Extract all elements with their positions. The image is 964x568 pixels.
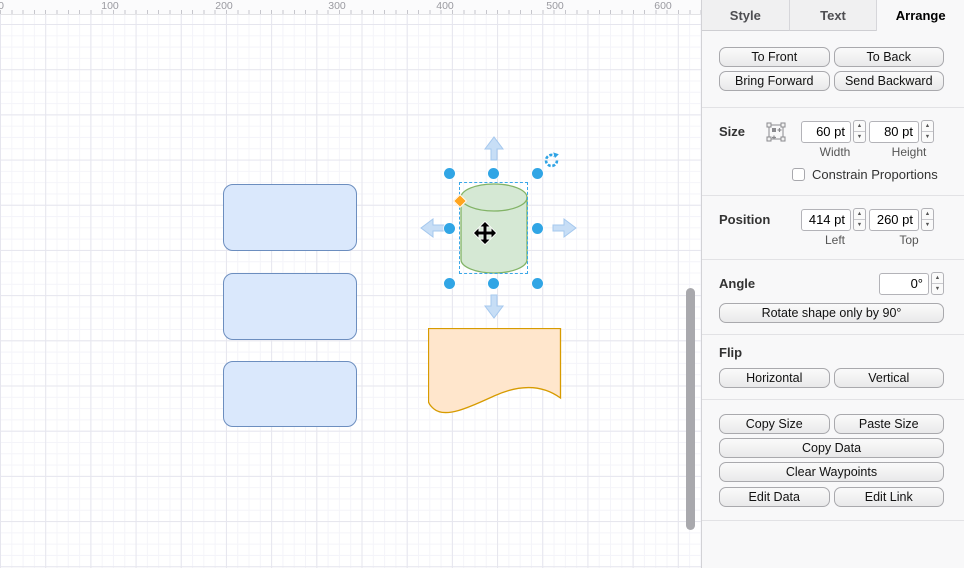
stepper-down-icon[interactable]: ▼ [854, 220, 865, 230]
stepper-down-icon[interactable]: ▼ [922, 220, 933, 230]
tab-style[interactable]: Style [702, 0, 789, 31]
arrow-down-icon[interactable] [484, 293, 504, 319]
ruler-label: 100 [101, 0, 119, 12]
height-sublabel: Height [891, 145, 927, 159]
rotate-handle-icon[interactable] [543, 152, 560, 169]
edit-link-button[interactable]: Edit Link [833, 487, 944, 507]
ruler-label: 400 [436, 0, 454, 12]
ruler-label: 200 [215, 0, 233, 12]
stepper-up-icon[interactable]: ▲ [922, 209, 933, 220]
stepper-up-icon[interactable]: ▲ [922, 121, 933, 132]
canvas[interactable] [0, 15, 701, 568]
stepper-down-icon[interactable]: ▼ [854, 132, 865, 142]
shape-document[interactable] [428, 328, 562, 414]
copy-size-button[interactable]: Copy Size [719, 414, 830, 434]
to-front-button[interactable]: To Front [719, 47, 830, 67]
resize-handle-ne[interactable] [532, 168, 543, 179]
position-section: Position ▲ ▼ ▲ ▼ [702, 196, 964, 260]
angle-label: Angle [719, 276, 756, 291]
format-tabbar: Style Text Arrange [702, 0, 964, 31]
to-back-button[interactable]: To Back [833, 47, 944, 67]
canvas-area: 0 100 200 300 400 500 600 [0, 0, 701, 568]
tab-text[interactable]: Text [788, 0, 877, 31]
constrain-proportions-checkbox[interactable] [792, 168, 805, 181]
flip-section: Flip Horizontal Vertical [702, 335, 964, 400]
size-section: Size ▲ [702, 108, 964, 196]
shape-rounded-rect-3[interactable] [223, 361, 357, 427]
bring-forward-button[interactable]: Bring Forward [719, 71, 830, 91]
top-stepper[interactable]: ▲ ▼ [921, 208, 934, 231]
resize-handle-e[interactable] [532, 223, 543, 234]
stepper-up-icon[interactable]: ▲ [854, 209, 865, 220]
angle-field-group: ▲ ▼ [879, 272, 944, 295]
shape-rounded-rect-2[interactable] [223, 273, 357, 340]
ruler-label: 500 [546, 0, 564, 12]
arrow-right-icon[interactable] [551, 218, 577, 238]
resize-handle-sw[interactable] [444, 278, 455, 289]
copy-data-button[interactable]: Copy Data [719, 438, 944, 458]
ruler-label: 600 [654, 0, 672, 12]
stepper-up-icon[interactable]: ▲ [854, 121, 865, 132]
autosize-icon[interactable] [766, 122, 786, 142]
width-stepper[interactable]: ▲ ▼ [853, 120, 866, 143]
stepper-down-icon[interactable]: ▼ [922, 132, 933, 142]
resize-handle-w[interactable] [444, 223, 455, 234]
edit-data-button[interactable]: Edit Data [719, 487, 830, 507]
size-label: Size [719, 124, 746, 139]
flip-vertical-button[interactable]: Vertical [833, 368, 944, 388]
tab-arrange[interactable]: Arrange [876, 0, 964, 31]
position-top-input[interactable] [869, 208, 919, 231]
arrow-left-icon[interactable] [420, 218, 446, 238]
resize-handle-n[interactable] [488, 168, 499, 179]
height-field-group: ▲ ▼ [869, 120, 934, 143]
horizontal-ruler: 0 100 200 300 400 500 600 [0, 0, 701, 15]
flip-horizontal-button[interactable]: Horizontal [719, 368, 830, 388]
send-backward-button[interactable]: Send Backward [833, 71, 944, 91]
drawio-editor: 0 100 200 300 400 500 600 Style Text Arr… [0, 0, 964, 568]
vertical-scrollbar-thumb[interactable] [686, 288, 695, 530]
stepper-down-icon[interactable]: ▼ [932, 284, 943, 294]
left-field-group: ▲ ▼ [801, 208, 866, 231]
position-left-input[interactable] [801, 208, 851, 231]
resize-handle-se[interactable] [532, 278, 543, 289]
angle-section: Angle ▲ ▼ Rotate shape only by 90° [702, 260, 964, 335]
position-label: Position [719, 212, 771, 227]
ruler-label: 0 [0, 0, 4, 12]
height-stepper[interactable]: ▲ ▼ [921, 120, 934, 143]
left-stepper[interactable]: ▲ ▼ [853, 208, 866, 231]
resize-handle-s[interactable] [488, 278, 499, 289]
stepper-up-icon[interactable]: ▲ [932, 273, 943, 284]
rotate-90-button[interactable]: Rotate shape only by 90° [719, 303, 944, 323]
angle-stepper[interactable]: ▲ ▼ [931, 272, 944, 295]
left-sublabel: Left [824, 233, 845, 247]
width-input[interactable] [801, 120, 851, 143]
constrain-proportions-label: Constrain Proportions [812, 167, 938, 182]
shape-rounded-rect-1[interactable] [223, 184, 357, 251]
resize-handle-nw[interactable] [444, 168, 455, 179]
paste-size-button[interactable]: Paste Size [833, 414, 944, 434]
actions-section: Copy Size Paste Size Copy Data Clear Way… [702, 400, 964, 521]
clear-waypoints-button[interactable]: Clear Waypoints [719, 462, 944, 482]
width-field-group: ▲ ▼ [801, 120, 866, 143]
order-section: To Front To Back Bring Forward Send Back… [702, 31, 964, 108]
move-cursor-icon [473, 221, 497, 245]
format-panel: Style Text Arrange To Front To Back Brin… [701, 0, 964, 568]
width-sublabel: Width [819, 145, 851, 159]
ruler-label: 300 [328, 0, 346, 12]
height-input[interactable] [869, 120, 919, 143]
top-field-group: ▲ ▼ [869, 208, 934, 231]
angle-input[interactable] [879, 272, 929, 295]
arrow-up-icon[interactable] [484, 136, 504, 162]
flip-label: Flip [719, 345, 743, 360]
top-sublabel: Top [899, 233, 919, 247]
